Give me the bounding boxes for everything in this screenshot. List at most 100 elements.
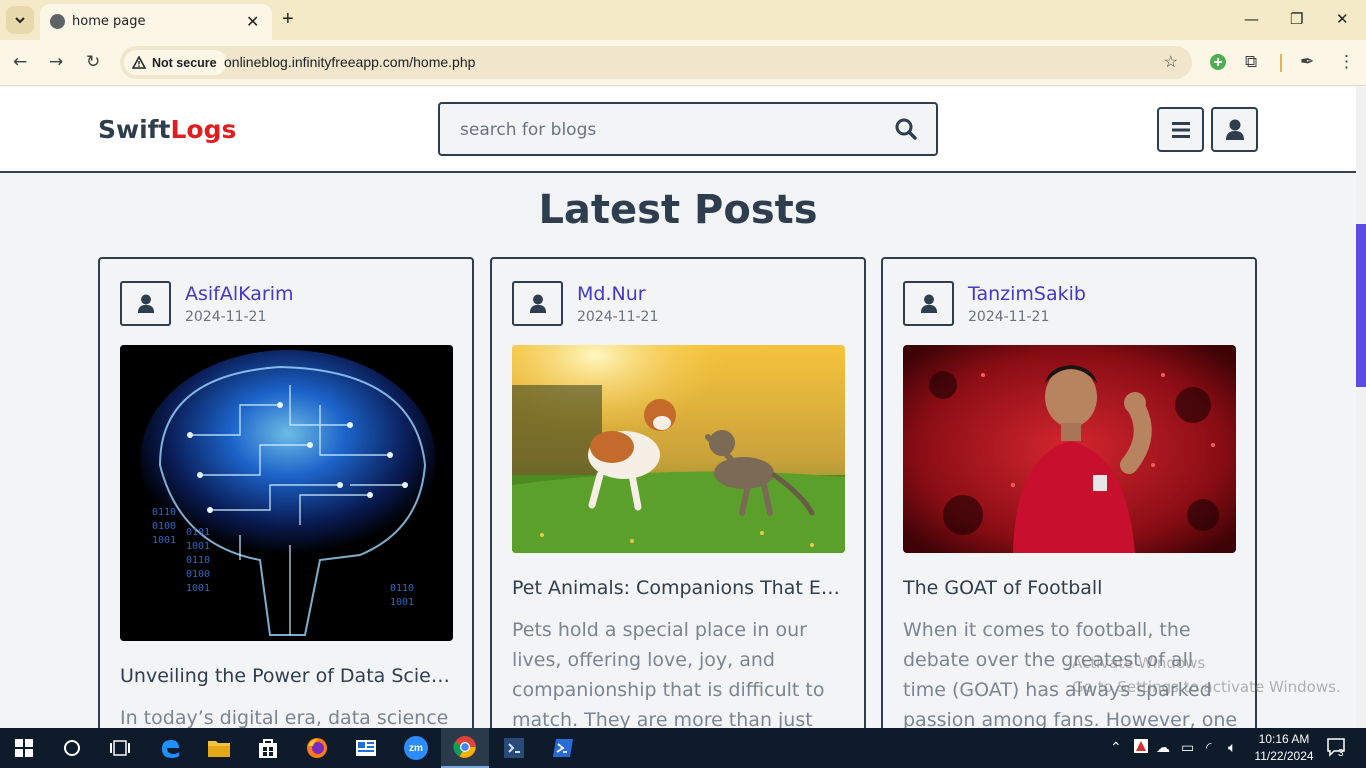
task-view-icon [110, 740, 130, 756]
forward-icon[interactable]: → [49, 52, 63, 72]
security-chip[interactable]: Not secure [124, 50, 227, 75]
bookmark-star-icon[interactable]: ☆ [1164, 52, 1178, 72]
author-avatar[interactable] [512, 281, 563, 326]
battery-icon[interactable]: ▭ [1181, 739, 1194, 756]
close-window-icon[interactable]: ✕ [1336, 10, 1349, 28]
scrollbar-thumb[interactable] [1356, 224, 1366, 387]
dog-and-cat-image[interactable] [512, 345, 845, 553]
post-date: 2024-11-21 [968, 309, 1050, 325]
svg-text:0101: 0101 [186, 527, 210, 538]
powershell-icon [553, 739, 573, 757]
cortana-search-button[interactable] [48, 728, 96, 768]
toolbar-divider [1280, 54, 1282, 72]
start-button[interactable] [0, 728, 48, 768]
search-icon[interactable] [894, 117, 918, 141]
notification-count-badge: 3 [1338, 748, 1344, 759]
logo-part-logs: Logs [170, 115, 237, 144]
svg-text:1001: 1001 [152, 535, 176, 546]
taskbar-zoom[interactable]: zm [392, 728, 440, 768]
menu-button[interactable] [1157, 107, 1204, 152]
taskbar-store[interactable] [244, 728, 292, 768]
minimize-icon[interactable]: — [1244, 10, 1259, 28]
folder-icon [208, 741, 230, 757]
section-title: Latest Posts [538, 187, 818, 233]
logo-part-swift: Swift [98, 115, 171, 144]
svg-text:0100: 0100 [152, 521, 176, 532]
taskbar-chrome[interactable] [441, 728, 489, 768]
taskbar-powershell[interactable] [539, 728, 587, 768]
svg-text:0100: 0100 [186, 569, 210, 580]
profile-icon[interactable]: ✒ [1300, 52, 1314, 72]
activate-windows-watermark: Activate Windows Go to Settings to activ… [1072, 651, 1341, 699]
search-input[interactable] [460, 118, 880, 142]
clock-date: 11/22/2024 [1254, 749, 1314, 763]
extensions-puzzle-icon[interactable]: ⧉ [1245, 52, 1257, 72]
wifi-icon[interactable]: ◜ [1206, 739, 1211, 756]
store-bag-icon [259, 739, 277, 758]
browser-tab-active[interactable]: home page ✕ [40, 4, 272, 40]
system-clock[interactable]: 10:16 AM 11/22/2024 [1252, 731, 1316, 765]
task-view-button[interactable] [96, 728, 144, 768]
chevron-down-icon [15, 17, 25, 24]
volume-icon[interactable]: 🔈︎ [1228, 739, 1236, 756]
taskbar-vscode[interactable] [490, 728, 538, 768]
user-icon [1225, 119, 1244, 140]
post-author[interactable]: Md.Nur [577, 283, 646, 305]
onedrive-cloud-icon[interactable]: ☁ [1156, 739, 1170, 756]
warning-icon [132, 56, 146, 69]
taskbar-file-explorer[interactable] [195, 728, 243, 768]
web-page: SwiftLogs Latest Posts AsifAlKarim 2024-… [0, 87, 1356, 728]
windows-logo-icon [15, 739, 33, 757]
browser-toolbar: ← → ↻ Not secure onlineblog.infinityfree… [0, 40, 1366, 86]
post-title[interactable]: The GOAT of Football [903, 577, 1239, 599]
post-author[interactable]: TanzimSakib [968, 283, 1086, 305]
user-button[interactable] [1211, 107, 1258, 152]
code-editor-icon [504, 738, 524, 758]
post-date: 2024-11-21 [185, 309, 267, 325]
post-date: 2024-11-21 [577, 309, 659, 325]
edge-icon [162, 740, 179, 758]
menu-icon [1171, 121, 1190, 138]
new-tab-button[interactable]: + [282, 8, 294, 31]
svg-text:1001: 1001 [186, 541, 210, 552]
reload-icon[interactable]: ↻ [86, 52, 100, 72]
svg-text:1001: 1001 [186, 583, 210, 594]
brain-circuit-image[interactable]: 0110 0100 1001 0101 1001 0110 0100 1001 0110 10… [120, 345, 453, 641]
back-icon[interactable]: ← [13, 52, 27, 72]
svg-text:0110: 0110 [390, 583, 414, 594]
tray-app-icon[interactable] [1133, 738, 1149, 757]
post-excerpt: Pets hold a special place in our lives, … [512, 619, 825, 728]
firefox-icon [307, 738, 327, 758]
taskbar-news-app[interactable] [342, 728, 390, 768]
tab-search-button[interactable] [6, 6, 34, 34]
restore-icon[interactable]: ❐ [1290, 10, 1303, 28]
author-avatar[interactable] [120, 281, 171, 326]
taskbar-firefox[interactable] [293, 728, 341, 768]
kebab-menu-icon[interactable]: ⋮ [1338, 52, 1355, 72]
tray-overflow-chevron-icon[interactable]: ⌃ [1110, 739, 1122, 756]
football-player-image[interactable] [903, 345, 1236, 553]
taskbar-edge[interactable] [146, 728, 194, 768]
post-card[interactable]: AsifAlKarim 2024-11-21 0110 0100 1001 01… [98, 257, 474, 728]
svg-text:0110: 0110 [186, 555, 210, 566]
user-icon [137, 294, 154, 313]
security-label: Not secure [152, 55, 217, 70]
watermark-line-1: Activate Windows [1072, 654, 1206, 672]
post-title[interactable]: Pet Animals: Companions That Enrich Our … [512, 577, 848, 599]
site-logo[interactable]: SwiftLogs [98, 115, 236, 144]
site-header: SwiftLogs [0, 87, 1356, 173]
post-title[interactable]: Unveiling the Power of Data Science: Tra… [120, 665, 456, 687]
chrome-icon [453, 736, 476, 758]
page-scrollbar[interactable] [1356, 87, 1366, 728]
user-icon [529, 294, 546, 313]
post-card[interactable]: Md.Nur 2024-11-21 Pet Animals: Companion… [490, 257, 866, 728]
svg-text:0110: 0110 [152, 507, 176, 518]
extension-plus-icon[interactable] [1209, 53, 1227, 76]
tab-close-button[interactable]: ✕ [246, 12, 259, 32]
post-author[interactable]: AsifAlKarim [185, 283, 294, 305]
clock-time: 10:16 AM [1258, 732, 1310, 746]
url-text[interactable]: onlineblog.infinityfreeapp.com/home.php [224, 54, 475, 70]
address-bar[interactable]: Not secure onlineblog.infinityfreeapp.co… [120, 46, 1192, 79]
author-avatar[interactable] [903, 281, 954, 326]
user-icon [920, 294, 937, 313]
